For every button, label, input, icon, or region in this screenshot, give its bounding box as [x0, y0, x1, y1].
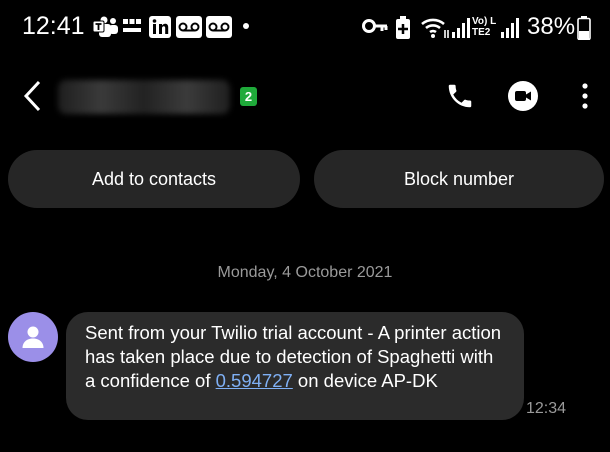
app-bar: 2 — [0, 60, 610, 132]
battery-percentage: 38% — [527, 13, 576, 40]
teams-icon — [92, 16, 120, 38]
call-button[interactable] — [440, 76, 480, 116]
message-time: 12:34 — [526, 400, 567, 417]
signal-icon — [451, 16, 471, 40]
status-time: 12:41 — [22, 12, 85, 40]
date-separator: Monday, 4 October 2021 — [217, 264, 393, 281]
sim-badge: 2 — [240, 87, 257, 106]
network-label: Vo) LTE2 — [472, 16, 497, 38]
add-to-contacts-label: Add to contacts — [91, 168, 217, 189]
message-link[interactable]: 0.594727 — [216, 370, 293, 391]
chevron-left-icon — [23, 80, 41, 112]
avatar[interactable] — [8, 312, 58, 362]
battery-icon — [577, 16, 591, 40]
back-button[interactable] — [14, 78, 50, 114]
block-number-label: Block number — [403, 168, 515, 189]
more-vertical-icon — [582, 83, 588, 109]
key-icon — [362, 16, 388, 36]
bbc-news-icon — [122, 16, 142, 36]
more-options-button[interactable] — [565, 76, 605, 116]
voicemail-icon — [206, 16, 232, 38]
signal-icon — [500, 16, 520, 40]
block-number-button[interactable]: Block number — [314, 150, 604, 208]
status-bar: 12:41 Vo) LTE2 38% — [0, 0, 610, 56]
linkedin-icon — [149, 16, 171, 38]
dot-icon — [242, 22, 250, 30]
video-call-button[interactable] — [503, 76, 543, 116]
wifi-icon — [420, 16, 450, 40]
message-text-end: on device AP-DK — [292, 370, 438, 391]
message-bubble[interactable]: Sent from your Twilio trial account - A … — [66, 312, 524, 420]
battery-saver-icon — [395, 16, 411, 40]
voicemail-icon — [176, 16, 202, 38]
video-call-icon — [508, 81, 538, 111]
add-to-contacts-button[interactable]: Add to contacts — [8, 150, 300, 208]
person-icon — [22, 326, 44, 348]
contact-name — [58, 80, 230, 114]
phone-icon — [448, 84, 472, 108]
